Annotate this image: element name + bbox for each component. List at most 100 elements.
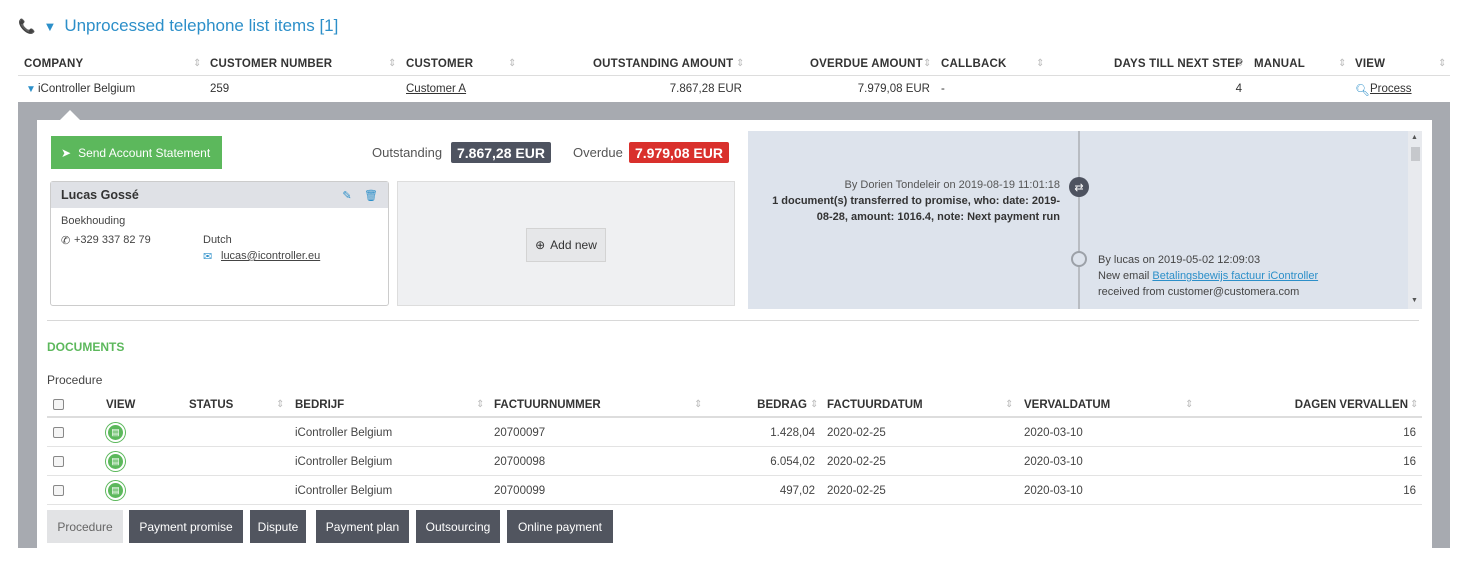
sort-icon[interactable]: ⇕ bbox=[388, 58, 396, 69]
col-outstanding-amount[interactable]: OUTSTANDING AMOUNT bbox=[593, 58, 733, 70]
pdf-icon[interactable]: ▤ bbox=[106, 481, 125, 500]
documents-table-header: VIEW STATUS ⇕ BEDRIJF ⇕ FACTUURNUMMER ⇕ … bbox=[47, 394, 1422, 418]
row-company: iController Belgium bbox=[38, 83, 136, 95]
collapse-triangle-icon[interactable]: ▼ bbox=[43, 19, 56, 34]
row-days: 4 bbox=[1235, 83, 1242, 95]
section-title[interactable]: Unprocessed telephone list items [1] bbox=[64, 16, 338, 36]
col-callback[interactable]: CALLBACK bbox=[941, 58, 1006, 70]
comment-icon bbox=[1071, 251, 1087, 267]
send-account-statement-label: Send Account Statement bbox=[78, 145, 211, 160]
row-customer-link[interactable]: Customer A bbox=[406, 83, 466, 95]
contact-card-header: Lucas Gossé ✎ 🗑︎ bbox=[51, 182, 388, 208]
sort-icon[interactable]: ⇕ bbox=[810, 399, 818, 410]
table-row[interactable]: ▤ iController Belgium 20700098 6.054,02 … bbox=[47, 448, 1422, 476]
sort-icon[interactable]: ⇕ bbox=[1410, 399, 1418, 410]
table-row[interactable]: ▤ iController Belgium 20700099 497,02 20… bbox=[47, 477, 1422, 505]
trash-icon[interactable]: 🗑︎ bbox=[364, 190, 378, 202]
doc-amount: 1.428,04 bbox=[770, 427, 815, 439]
doc-due-date: 2020-03-10 bbox=[1024, 456, 1083, 468]
envelope-icon: ✉ bbox=[203, 251, 213, 263]
scroll-down-icon[interactable]: ▼ bbox=[1411, 297, 1418, 304]
add-new-button[interactable]: ⊕ Add new bbox=[526, 228, 606, 262]
sort-icon[interactable]: ⇕ bbox=[508, 58, 516, 69]
section-header[interactable]: 📞 ▼ Unprocessed telephone list items [1] bbox=[18, 14, 338, 38]
row-outstanding: 7.867,28 EUR bbox=[669, 83, 742, 95]
contact-phone: +329 337 82 79 bbox=[74, 234, 151, 246]
contact-email-link[interactable]: lucas@icontroller.eu bbox=[221, 250, 320, 262]
sort-icon[interactable]: ⇕ bbox=[193, 58, 201, 69]
row-overdue: 7.979,08 EUR bbox=[857, 83, 930, 95]
col-view[interactable]: VIEW bbox=[106, 399, 135, 411]
timeline-entry-meta: By lucas on 2019-05-02 12:09:03 bbox=[1098, 254, 1261, 266]
row-checkbox[interactable] bbox=[53, 427, 64, 438]
sort-icon[interactable]: ⇕ bbox=[1438, 58, 1446, 69]
doc-invoice-number: 20700099 bbox=[494, 485, 546, 497]
col-days-till-next-step[interactable]: DAYS TILL NEXT STEP bbox=[1114, 58, 1243, 70]
col-bedrag[interactable]: BEDRAG bbox=[727, 399, 807, 411]
doc-amount: 6.054,02 bbox=[770, 456, 815, 468]
col-dagen-vervallen[interactable]: DAGEN VERVALLEN bbox=[1247, 399, 1408, 411]
timeline-scrollbar[interactable]: ▲ ▼ bbox=[1408, 131, 1422, 309]
send-icon: ➤ bbox=[61, 145, 72, 160]
sort-icon[interactable]: ⇕ bbox=[1185, 399, 1193, 410]
sort-icon[interactable]: ⇕ bbox=[1005, 399, 1013, 410]
send-account-statement-button[interactable]: ➤ Send Account Statement bbox=[51, 136, 222, 169]
col-bedrijf[interactable]: BEDRIJF bbox=[295, 399, 344, 411]
sort-icon[interactable]: ⇕ bbox=[276, 399, 284, 410]
col-customer-number[interactable]: CUSTOMER NUMBER bbox=[210, 58, 332, 70]
doc-invoice-date: 2020-02-25 bbox=[827, 456, 886, 468]
sort-icon[interactable]: ⇕ bbox=[1236, 58, 1244, 69]
pdf-icon[interactable]: ▤ bbox=[106, 423, 125, 442]
select-all-checkbox[interactable] bbox=[53, 399, 64, 410]
tab-procedure[interactable]: Procedure bbox=[47, 510, 123, 543]
col-overdue-amount[interactable]: OVERDUE AMOUNT bbox=[810, 58, 923, 70]
plus-circle-icon: ⊕ bbox=[535, 238, 546, 252]
col-vervaldatum[interactable]: VERVALDATUM bbox=[1024, 399, 1110, 411]
tab-payment-promise[interactable]: Payment promise bbox=[129, 510, 243, 543]
list-table-header: COMPANY ⇕ CUSTOMER NUMBER ⇕ CUSTOMER ⇕ O… bbox=[18, 54, 1450, 76]
tab-dispute[interactable]: Dispute bbox=[250, 510, 306, 543]
tab-online-payment[interactable]: Online payment bbox=[507, 510, 613, 543]
timeline-entry-meta: By Dorien Tondeleir on 2019-08-19 11:01:… bbox=[844, 179, 1060, 191]
col-status[interactable]: STATUS bbox=[189, 399, 233, 411]
outstanding-label: Outstanding bbox=[372, 145, 443, 160]
pdf-icon[interactable]: ▤ bbox=[106, 452, 125, 471]
sort-icon[interactable]: ⇕ bbox=[923, 58, 931, 69]
row-checkbox[interactable] bbox=[53, 485, 64, 496]
procedure-label: Procedure bbox=[47, 373, 103, 387]
sort-icon[interactable]: ⇕ bbox=[476, 399, 484, 410]
contact-card: Lucas Gossé ✎ 🗑︎ Boekhouding ✆ +329 337 … bbox=[50, 181, 389, 306]
activity-timeline[interactable]: ⇄ By Dorien Tondeleir on 2019-08-19 11:0… bbox=[748, 131, 1422, 309]
col-view[interactable]: VIEW bbox=[1355, 58, 1385, 70]
tab-payment-plan[interactable]: Payment plan bbox=[316, 510, 409, 543]
expand-triangle-icon[interactable]: ▼ bbox=[26, 84, 36, 95]
table-row[interactable]: ▤ iController Belgium 20700097 1.428,04 … bbox=[47, 419, 1422, 447]
add-new-label: Add new bbox=[550, 238, 597, 252]
email-subject-link[interactable]: Betalingsbewijs factuur iController bbox=[1152, 270, 1318, 282]
documents-title: DOCUMENTS bbox=[47, 340, 125, 354]
outstanding-badge: 7.867,28 EUR bbox=[451, 142, 551, 163]
col-company[interactable]: COMPANY bbox=[24, 58, 83, 70]
col-customer[interactable]: CUSTOMER bbox=[406, 58, 473, 70]
search-icon[interactable]: 🔍︎ bbox=[1355, 83, 1370, 97]
timeline-entry: By Dorien Tondeleir on 2019-08-19 11:01:… bbox=[760, 177, 1060, 225]
scrollbar-thumb[interactable] bbox=[1411, 147, 1420, 161]
table-row[interactable]: ▼ iController Belgium 259 Customer A 7.8… bbox=[18, 78, 1450, 100]
phone-icon: 📞 bbox=[18, 17, 36, 34]
edit-icon[interactable]: ✎ bbox=[342, 190, 351, 202]
col-factuurnummer[interactable]: FACTUURNUMMER bbox=[494, 399, 601, 411]
process-link[interactable]: Process bbox=[1370, 83, 1412, 95]
col-manual[interactable]: MANUAL bbox=[1254, 58, 1305, 70]
sort-icon[interactable]: ⇕ bbox=[1338, 58, 1346, 69]
scroll-up-icon[interactable]: ▲ bbox=[1411, 134, 1418, 141]
sort-icon[interactable]: ⇕ bbox=[694, 399, 702, 410]
sort-icon[interactable]: ⇕ bbox=[1036, 58, 1044, 69]
row-checkbox[interactable] bbox=[53, 456, 64, 467]
doc-invoice-number: 20700098 bbox=[494, 456, 546, 468]
tab-outsourcing[interactable]: Outsourcing bbox=[416, 510, 500, 543]
sort-icon[interactable]: ⇕ bbox=[736, 58, 744, 69]
timeline-entry: By lucas on 2019-05-02 12:09:03 New emai… bbox=[1098, 252, 1398, 300]
col-factuurdatum[interactable]: FACTUURDATUM bbox=[827, 399, 923, 411]
timeline-line bbox=[1078, 131, 1080, 309]
doc-due-date: 2020-03-10 bbox=[1024, 427, 1083, 439]
